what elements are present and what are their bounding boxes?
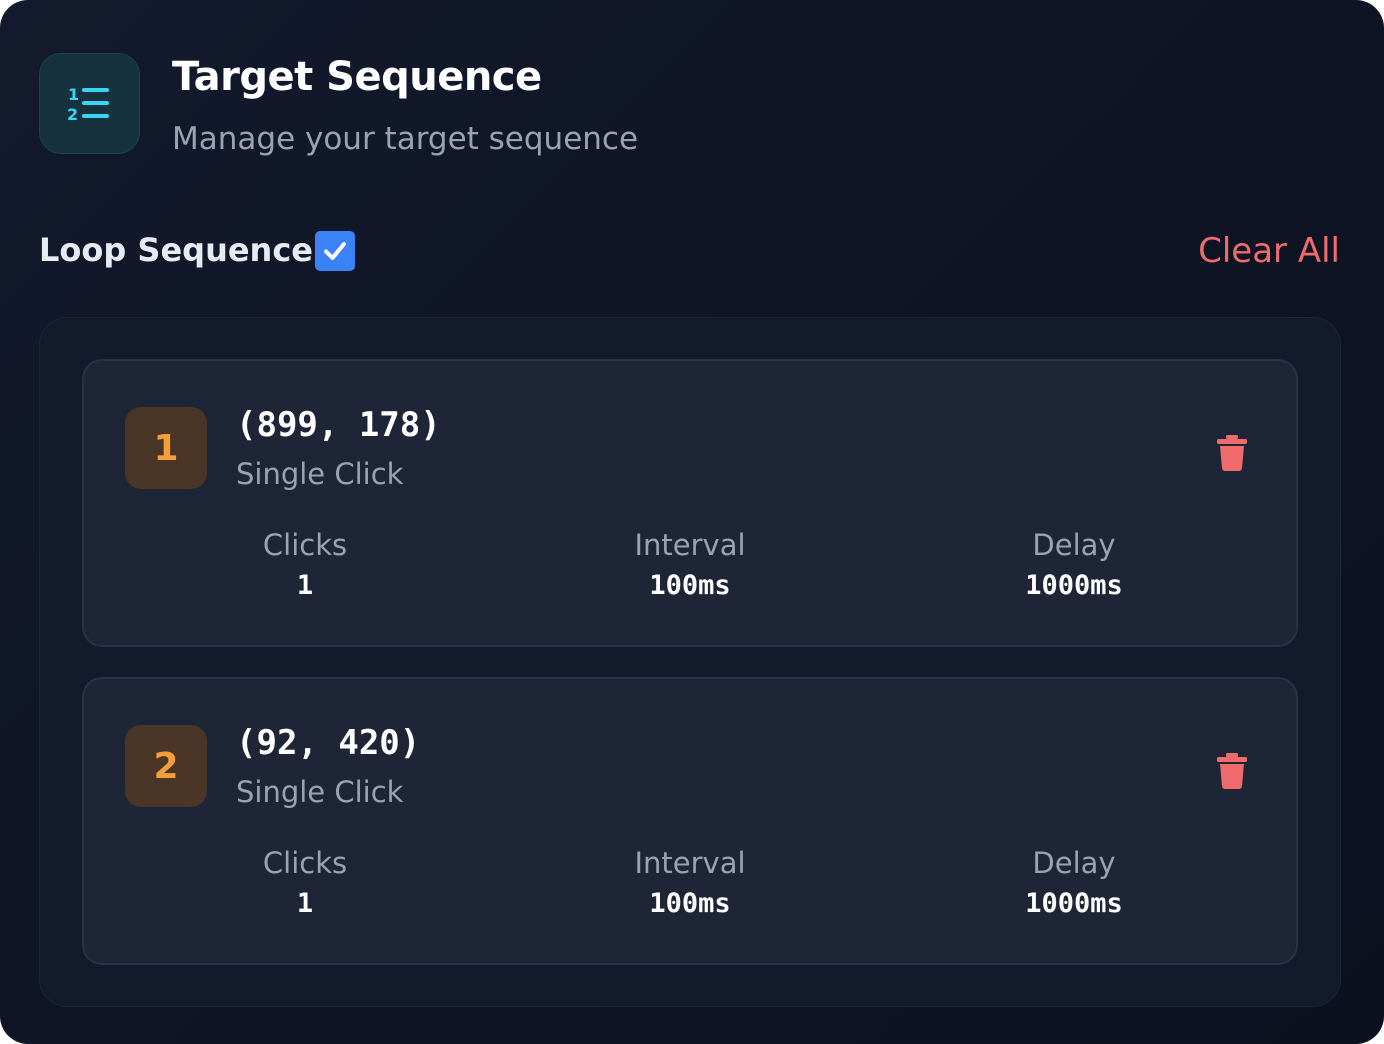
target-index-badge: 2 bbox=[125, 725, 207, 807]
target-card: 1 (899, 178) Single Click Clicks 1 Inter… bbox=[82, 359, 1298, 647]
delete-target-button[interactable] bbox=[1215, 753, 1249, 789]
interval-stat: Interval 100ms bbox=[560, 845, 820, 921]
clicks-stat: Clicks 1 bbox=[175, 527, 435, 603]
target-coordinates: (92, 420) bbox=[236, 723, 421, 763]
target-click-type: Single Click bbox=[236, 457, 404, 491]
interval-value: 100ms bbox=[649, 570, 731, 601]
checkmark-icon bbox=[324, 242, 346, 260]
target-click-type: Single Click bbox=[236, 775, 404, 809]
interval-stat: Interval 100ms bbox=[560, 527, 820, 603]
delay-stat: Delay 1000ms bbox=[944, 845, 1204, 921]
trash-icon bbox=[1217, 753, 1247, 789]
delete-target-button[interactable] bbox=[1215, 435, 1249, 471]
clicks-value: 1 bbox=[296, 888, 314, 919]
clicks-stat: Clicks 1 bbox=[175, 845, 435, 921]
target-list: 1 (899, 178) Single Click Clicks 1 Inter… bbox=[39, 317, 1341, 1007]
loop-sequence-label: Loop Sequence bbox=[39, 231, 313, 269]
interval-label: Interval bbox=[634, 528, 746, 562]
target-coordinates: (899, 178) bbox=[236, 405, 441, 445]
interval-value: 100ms bbox=[649, 888, 731, 919]
clear-all-button[interactable]: Clear All bbox=[1198, 231, 1340, 271]
target-sequence-panel: 1 2 Target Sequence Manage your target s… bbox=[0, 0, 1384, 1044]
page-subtitle: Manage your target sequence bbox=[172, 121, 639, 157]
clicks-label: Clicks bbox=[262, 846, 348, 880]
delay-label: Delay bbox=[1032, 846, 1116, 880]
page-title: Target Sequence bbox=[172, 54, 542, 100]
delay-value: 1000ms bbox=[1025, 570, 1123, 601]
clicks-value: 1 bbox=[296, 570, 314, 601]
delay-stat: Delay 1000ms bbox=[944, 527, 1204, 603]
interval-label: Interval bbox=[634, 846, 746, 880]
ordered-list-icon: 1 2 bbox=[39, 53, 140, 154]
svg-text:1: 1 bbox=[68, 85, 79, 104]
svg-text:2: 2 bbox=[67, 105, 78, 124]
delay-value: 1000ms bbox=[1025, 888, 1123, 919]
target-card: 2 (92, 420) Single Click Clicks 1 Interv… bbox=[82, 677, 1298, 965]
loop-sequence-checkbox[interactable] bbox=[315, 231, 355, 271]
trash-icon bbox=[1217, 435, 1247, 471]
clicks-label: Clicks bbox=[262, 528, 348, 562]
delay-label: Delay bbox=[1032, 528, 1116, 562]
target-index-badge: 1 bbox=[125, 407, 207, 489]
